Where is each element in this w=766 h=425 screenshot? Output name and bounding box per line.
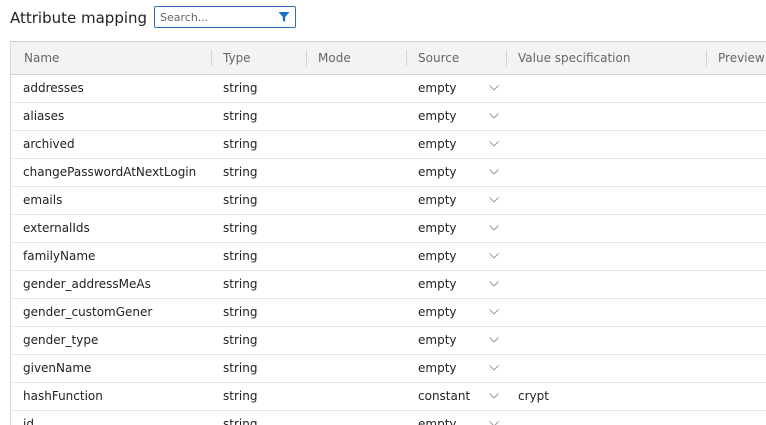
column-resize-handle[interactable] — [306, 50, 307, 66]
source-select[interactable]: empty — [418, 271, 457, 298]
source-select[interactable]: empty — [418, 411, 457, 425]
column-header-type[interactable]: Type — [223, 42, 251, 74]
search-input[interactable] — [160, 9, 268, 25]
source-select[interactable]: empty — [418, 243, 457, 270]
column-header-name[interactable]: Name — [24, 42, 59, 74]
attribute-name: gender_type — [23, 333, 99, 347]
table-header: Name Type Mode Source Value specificatio… — [11, 42, 766, 75]
source-select[interactable]: empty — [418, 131, 457, 158]
attribute-name: changePasswordAtNextLogin — [23, 165, 197, 179]
source-select[interactable]: empty — [418, 215, 457, 242]
source-select[interactable]: empty — [418, 355, 457, 382]
attribute-name: aliases — [23, 109, 65, 123]
source-select[interactable]: empty — [418, 103, 457, 130]
column-resize-handle[interactable] — [211, 50, 212, 66]
table-row[interactable]: aliases string empty — [11, 103, 766, 131]
table-row[interactable]: gender_addressMeAs string empty — [11, 271, 766, 299]
chevron-down-icon[interactable] — [489, 197, 499, 203]
chevron-down-icon[interactable] — [489, 169, 499, 175]
table-row[interactable]: familyName string empty — [11, 243, 766, 271]
source-select[interactable]: empty — [418, 159, 457, 186]
column-header-value-specification[interactable]: Value specification — [518, 42, 630, 74]
source-select[interactable]: empty — [418, 327, 457, 354]
attribute-name: gender_customGener — [23, 305, 153, 319]
chevron-down-icon[interactable] — [489, 113, 499, 119]
table-row[interactable]: id string empty — [11, 411, 766, 425]
source-select[interactable]: constant — [418, 383, 470, 410]
table-row[interactable]: externalIds string empty — [11, 215, 766, 243]
attribute-name: emails — [23, 193, 63, 207]
attribute-name: addresses — [23, 81, 84, 95]
source-select[interactable]: empty — [418, 187, 457, 214]
chevron-down-icon[interactable] — [489, 393, 499, 399]
attribute-type: string — [223, 137, 258, 151]
attribute-name: archived — [23, 137, 75, 151]
page-header: Attribute mapping — [10, 6, 147, 30]
filter-icon[interactable] — [278, 11, 290, 23]
table-row[interactable]: archived string empty — [11, 131, 766, 159]
attribute-type: string — [223, 249, 258, 263]
column-resize-handle[interactable] — [406, 50, 407, 66]
attribute-name: externalIds — [23, 221, 90, 235]
attribute-type: string — [223, 277, 258, 291]
attribute-mapping-table: Name Type Mode Source Value specificatio… — [10, 41, 766, 425]
table-row[interactable]: addresses string empty — [11, 75, 766, 103]
chevron-down-icon[interactable] — [489, 337, 499, 343]
value-specification: crypt — [518, 389, 549, 403]
attribute-type: string — [223, 193, 258, 207]
attribute-type: string — [223, 361, 258, 375]
attribute-type: string — [223, 305, 258, 319]
attribute-name: id — [23, 417, 34, 425]
chevron-down-icon[interactable] — [489, 365, 499, 371]
attribute-name: familyName — [23, 249, 96, 263]
column-header-preview[interactable]: Preview — [718, 42, 765, 74]
column-resize-handle[interactable] — [506, 50, 507, 66]
chevron-down-icon[interactable] — [489, 85, 499, 91]
attribute-type: string — [223, 221, 258, 235]
table-row[interactable]: givenName string empty — [11, 355, 766, 383]
attribute-type: string — [223, 109, 258, 123]
table-row[interactable]: gender_customGener string empty — [11, 299, 766, 327]
attribute-type: string — [223, 165, 258, 179]
column-header-source[interactable]: Source — [418, 42, 459, 74]
attribute-type: string — [223, 81, 258, 95]
table-row[interactable]: hashFunction string constant crypt — [11, 383, 766, 411]
chevron-down-icon[interactable] — [489, 309, 499, 315]
source-select[interactable]: empty — [418, 299, 457, 326]
attribute-name: gender_addressMeAs — [23, 277, 151, 291]
chevron-down-icon[interactable] — [489, 225, 499, 231]
chevron-down-icon[interactable] — [489, 141, 499, 147]
attribute-type: string — [223, 389, 258, 403]
attribute-type: string — [223, 333, 258, 347]
table-row[interactable]: emails string empty — [11, 187, 766, 215]
column-header-mode[interactable]: Mode — [318, 42, 351, 74]
table-row[interactable]: gender_type string empty — [11, 327, 766, 355]
table-row[interactable]: changePasswordAtNextLogin string empty — [11, 159, 766, 187]
attribute-name: givenName — [23, 361, 92, 375]
attribute-name: hashFunction — [23, 389, 103, 403]
attribute-type: string — [223, 417, 258, 425]
chevron-down-icon[interactable] — [489, 281, 499, 287]
chevron-down-icon[interactable] — [489, 421, 499, 425]
column-resize-handle[interactable] — [706, 50, 707, 66]
page-title: Attribute mapping — [10, 9, 148, 27]
chevron-down-icon[interactable] — [489, 253, 499, 259]
search-box[interactable] — [154, 6, 296, 28]
source-select[interactable]: empty — [418, 75, 457, 102]
